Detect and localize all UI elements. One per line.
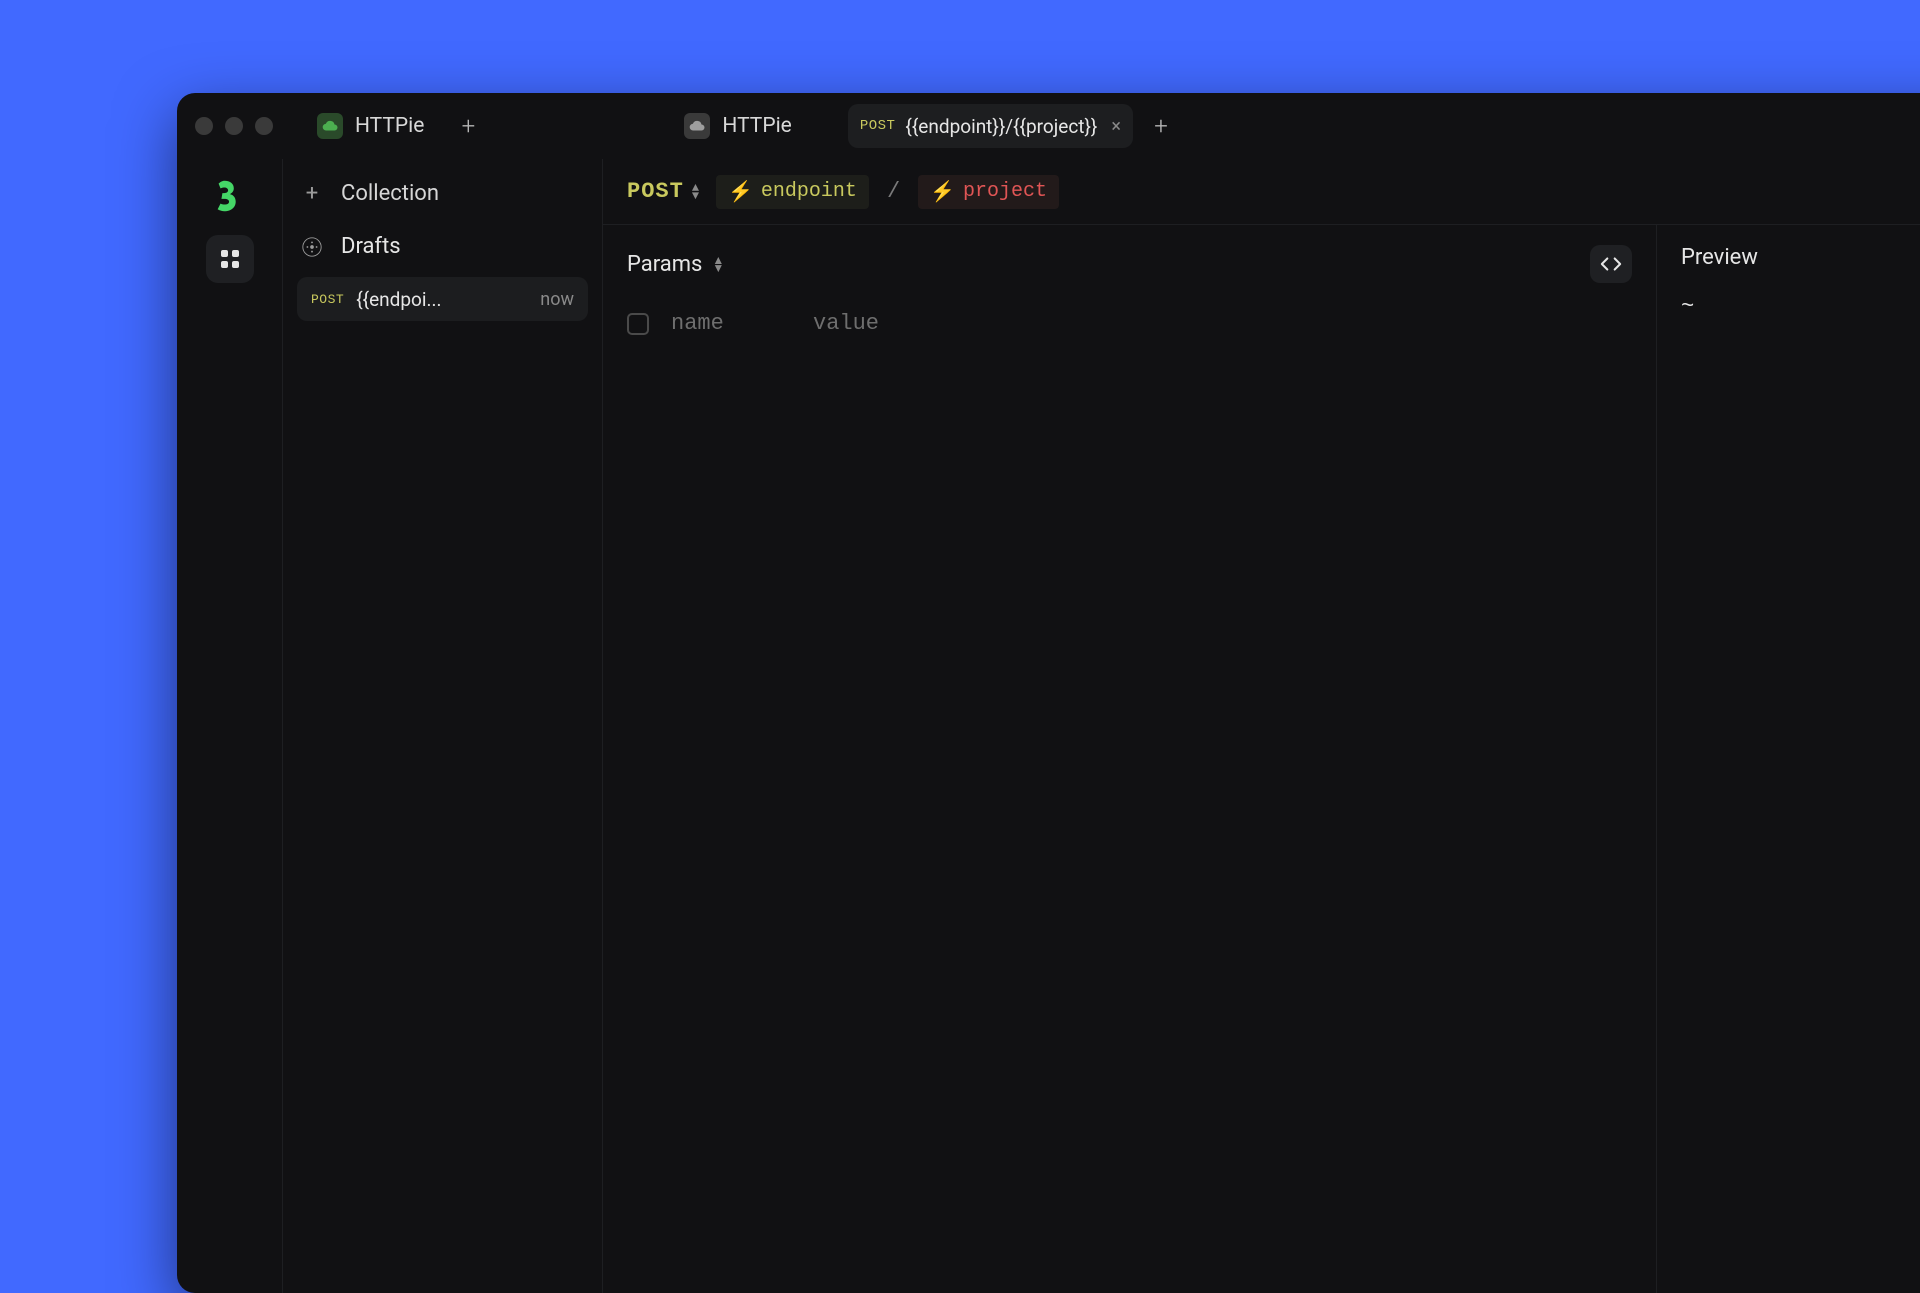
activity-bar (177, 159, 283, 1293)
chevron-updown-icon: ▲▼ (692, 184, 700, 200)
request-tab-label: {{endpoint}}/{{project}} (905, 115, 1097, 138)
workspace-tabs-left: HTTPie + (301, 104, 486, 148)
params-tab[interactable]: Params ▲▼ (627, 252, 724, 277)
preview-title: Preview (1681, 245, 1920, 270)
app-logo-icon[interactable] (211, 177, 249, 215)
code-view-toggle[interactable] (1590, 245, 1632, 283)
draft-name: {{endpoi... (356, 288, 528, 311)
new-tab-button[interactable]: + (1143, 108, 1179, 144)
workspace-tabs-right: HTTPie POST {{endpoint}}/{{project}} × + (668, 104, 1179, 148)
app-window: HTTPie + HTTPie POST {{endpoint}}/{{proj… (177, 93, 1920, 1293)
close-window-icon[interactable] (195, 117, 213, 135)
chevron-updown-icon: ▲▼ (712, 256, 724, 272)
drafts-label: Drafts (341, 234, 401, 259)
collection-label: Collection (341, 181, 439, 206)
close-tab-icon[interactable]: × (1111, 116, 1121, 137)
preview-pane: Preview ~ (1657, 225, 1920, 1293)
drafts-icon (301, 236, 323, 258)
request-tab[interactable]: POST {{endpoint}}/{{project}} × (848, 104, 1133, 148)
var-name: endpoint (761, 180, 857, 203)
method-label: POST (627, 179, 684, 204)
workspace-title: HTTPie (355, 114, 424, 138)
draft-item[interactable]: POST {{endpoi... now (297, 277, 588, 321)
editor-area: POST ▲▼ ⚡ endpoint / ⚡ project Par (603, 159, 1920, 1293)
params-pane: Params ▲▼ name value (603, 225, 1657, 1293)
maximize-window-icon[interactable] (255, 117, 273, 135)
params-title: Params (627, 252, 702, 277)
plus-icon: + (301, 181, 323, 206)
url-variable-endpoint[interactable]: ⚡ endpoint (716, 175, 869, 209)
cloud-icon (684, 113, 710, 139)
params-header: Params ▲▼ (627, 245, 1632, 283)
add-collection-row[interactable]: + Collection (283, 159, 602, 222)
bolt-icon: ⚡ (728, 179, 753, 205)
var-name: project (963, 180, 1047, 203)
param-name-input[interactable]: name (671, 311, 791, 336)
param-value-input[interactable]: value (813, 311, 1632, 336)
titlebar: HTTPie + HTTPie POST {{endpoint}}/{{proj… (177, 93, 1920, 159)
draft-time: now (540, 289, 574, 310)
editor-split: Params ▲▼ name value (603, 225, 1920, 1293)
method-select[interactable]: POST ▲▼ (627, 179, 700, 204)
drafts-row[interactable]: Drafts (283, 222, 602, 271)
collections-panel: + Collection Drafts POST (283, 159, 603, 1293)
workspace-tab[interactable]: HTTPie (301, 104, 440, 148)
minimize-window-icon[interactable] (225, 117, 243, 135)
url-bar: POST ▲▼ ⚡ endpoint / ⚡ project (603, 159, 1920, 225)
param-row: name value (627, 311, 1632, 336)
bolt-icon: ⚡ (930, 179, 955, 205)
draft-method: POST (311, 292, 344, 307)
body: + Collection Drafts POST (177, 159, 1920, 1293)
path-separator: / (885, 179, 902, 204)
workspace-title: HTTPie (722, 114, 791, 138)
preview-prompt: ~ (1681, 294, 1920, 319)
cloud-icon (317, 113, 343, 139)
request-method-chip: POST (860, 118, 896, 134)
add-workspace-button[interactable]: + (450, 108, 486, 144)
url-variable-project[interactable]: ⚡ project (918, 175, 1059, 209)
window-controls (195, 117, 273, 135)
spaces-button[interactable] (206, 235, 254, 283)
workspace-tab[interactable]: HTTPie (668, 104, 807, 148)
param-checkbox[interactable] (627, 313, 649, 335)
